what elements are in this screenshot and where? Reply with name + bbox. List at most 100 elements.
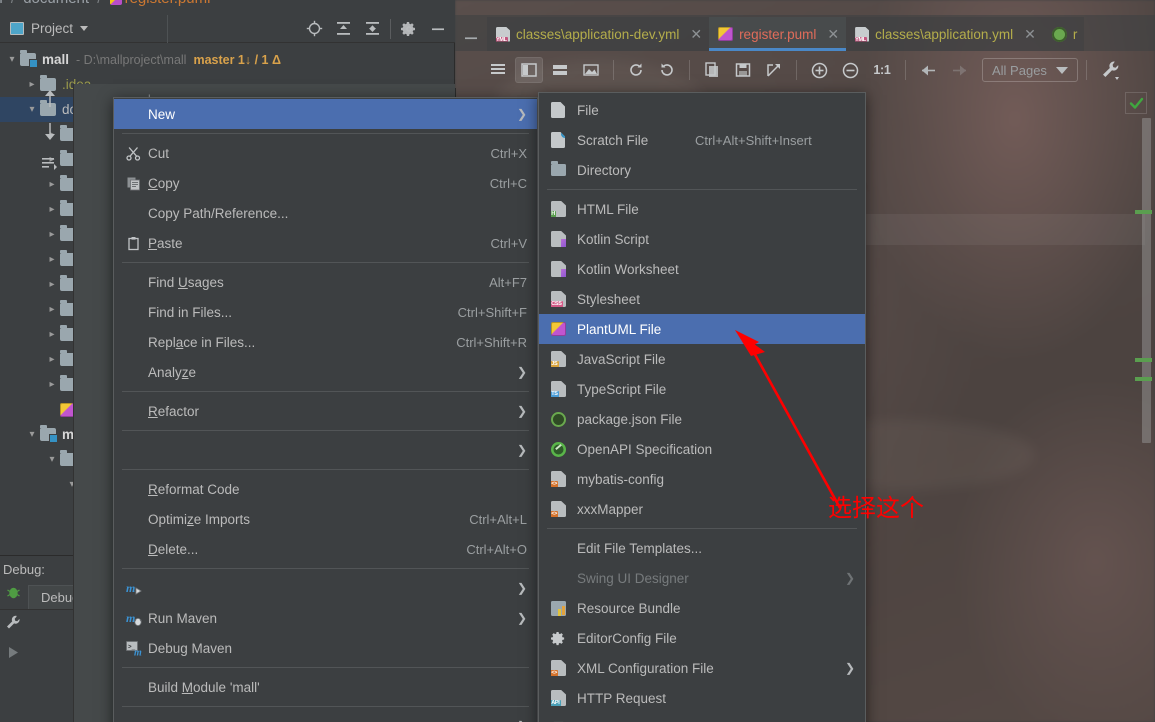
menu-item-build-module[interactable]: Build Module 'mall' <box>114 672 537 702</box>
chevron-right-icon: ❯ <box>516 443 527 457</box>
menu-item-open-in[interactable]: ❯ <box>114 711 537 722</box>
ts-file-icon: TS <box>551 381 577 397</box>
submenu-item-typescript-file[interactable]: TS TypeScript File <box>539 374 865 404</box>
minimize-icon[interactable] <box>425 16 451 42</box>
menu-item-open-terminal-maven[interactable]: >_ m Debug Maven <box>114 633 537 663</box>
locate-icon[interactable] <box>301 16 327 42</box>
bug-icon[interactable] <box>4 583 22 601</box>
expand-all-icon[interactable] <box>330 16 356 42</box>
menu-item-copy-path-reference[interactable]: Copy Path/Reference... <box>114 198 537 228</box>
inspection-status-badge[interactable] <box>1125 92 1147 114</box>
breadcrumb-file[interactable]: register.puml <box>125 0 211 7</box>
tab-register-puml[interactable]: register.puml ✕ <box>709 17 847 51</box>
menu-item-run-maven[interactable]: m ❯ <box>114 573 537 603</box>
collapse-all-icon[interactable] <box>359 16 385 42</box>
menu-item-new[interactable]: New ❯ <box>114 99 537 129</box>
menu-separator <box>122 667 529 668</box>
copy-icon[interactable] <box>698 57 726 83</box>
tab-overflow[interactable]: r <box>1042 17 1085 51</box>
step-down-icon[interactable] <box>41 122 59 140</box>
menu-item-label: Run Maven <box>148 610 218 626</box>
menu-item-find-usages[interactable]: Find Usages Alt+F7 <box>114 267 537 297</box>
split-layout-icon[interactable] <box>515 57 543 83</box>
packagejson-icon <box>551 411 577 427</box>
wrench-icon[interactable] <box>1097 57 1125 83</box>
chevron-right-icon: ❯ <box>516 581 527 595</box>
menu-item-find-in-files[interactable]: Find in Files... Ctrl+Shift+F <box>114 297 537 327</box>
submenu-item-javascript-file[interactable]: JS JavaScript File <box>539 344 865 374</box>
menu-item-bookmarks[interactable]: ❯ <box>114 435 537 465</box>
menu-item-label: Build Module 'mall' <box>148 679 260 695</box>
menu-item-label: Optimize Imports <box>148 511 251 527</box>
save-icon[interactable] <box>729 57 757 83</box>
chevron-down-icon[interactable] <box>80 26 89 31</box>
submenu-item-stylesheet[interactable]: CSS Stylesheet <box>539 284 865 314</box>
menu-item-debug-maven[interactable]: m Run Maven ❯ <box>114 603 537 633</box>
close-icon[interactable]: ✕ <box>1024 26 1036 43</box>
menu-item-analyze[interactable]: Analyze ❯ <box>114 357 537 387</box>
submenu-item-directory[interactable]: Directory <box>539 155 865 185</box>
tree-row-mall[interactable]: ▾ mall - D:\mallproject\mall master 1↓ /… <box>0 47 455 72</box>
menu-item-replace-in-files[interactable]: Replace in Files... Ctrl+Shift+R <box>114 327 537 357</box>
chevron-expanded-icon[interactable]: ▾ <box>4 54 20 65</box>
rows-icon[interactable] <box>546 57 574 83</box>
run-icon[interactable] <box>4 643 22 661</box>
zoom-reset-label: 1:1 <box>873 63 891 77</box>
menu-item-paste[interactable]: Paste Ctrl+V <box>114 228 537 258</box>
submenu-item-kotlin-script[interactable]: Kotlin Script <box>539 224 865 254</box>
menu-item-optimize-imports[interactable]: Optimize Imports Ctrl+Alt+L <box>114 504 537 534</box>
close-icon[interactable]: ✕ <box>690 26 702 43</box>
submenu-item-plantuml-file[interactable]: PlantUML File <box>539 314 865 344</box>
zoom-reset-button[interactable]: 1:1 <box>867 57 897 83</box>
submenu-item-swing-ui-designer: Swing UI Designer ❯ <box>539 563 865 593</box>
external-open-icon[interactable] <box>760 57 788 83</box>
wrench-icon[interactable] <box>4 613 22 631</box>
submenu-item-mybatis-config[interactable]: <> mybatis-config <box>539 464 865 494</box>
submenu-item-http-request[interactable]: API HTTP Request <box>539 683 865 713</box>
lines-icon[interactable] <box>484 57 512 83</box>
submenu-item-xxxmapper[interactable]: <> xxxMapper <box>539 494 865 524</box>
submenu-item-diagram[interactable]: Diagram ❯ <box>539 713 865 722</box>
refresh-icon[interactable] <box>622 57 650 83</box>
zoom-out-icon[interactable] <box>836 57 864 83</box>
submenu-item-file[interactable]: File <box>539 95 865 125</box>
submenu-item-xml-configuration-file[interactable]: <> XML Configuration File ❯ <box>539 653 865 683</box>
editor-scrollbar[interactable] <box>1142 118 1151 443</box>
breadcrumb-segment-0[interactable]: ll <box>0 0 3 7</box>
menu-item-reformat-code[interactable]: Reformat Code <box>114 474 537 504</box>
submenu-item-html-file[interactable]: H HTML File <box>539 194 865 224</box>
gear-icon[interactable] <box>396 16 422 42</box>
zoom-in-icon[interactable] <box>805 57 833 83</box>
submenu-item-resource-bundle[interactable]: Resource Bundle <box>539 593 865 623</box>
menu-item-delete[interactable]: Delete... Ctrl+Alt+O <box>114 534 537 564</box>
reload-icon[interactable] <box>653 57 681 83</box>
image-icon[interactable] <box>577 57 605 83</box>
submenu-item-package-json-file[interactable]: package.json File <box>539 404 865 434</box>
tab-application-yml[interactable]: classes\application.yml ✕ <box>846 17 1043 51</box>
openapi-icon <box>551 441 577 457</box>
menu-shortcut: Ctrl+X <box>490 145 527 161</box>
hide-tabs-icon[interactable] <box>455 25 487 51</box>
tab-application-dev-yml[interactable]: classes\application-dev.yml ✕ <box>487 17 710 51</box>
left-tool-rail <box>0 555 26 722</box>
submenu-item-openapi-specification[interactable]: OpenAPI Specification <box>539 434 865 464</box>
chevron-right-icon: ❯ <box>516 107 527 121</box>
xml-file-icon: <> <box>551 501 577 517</box>
submenu-item-editorconfig-file[interactable]: EditorConfig File <box>539 623 865 653</box>
step-into-icon[interactable] <box>41 154 59 172</box>
breadcrumb-segment-1[interactable]: document <box>23 0 89 7</box>
menu-item-cut[interactable]: Cut Ctrl+X <box>114 138 537 168</box>
menu-item-label: Copy Path/Reference... <box>148 205 289 221</box>
submenu-item-edit-file-templates[interactable]: Edit File Templates... <box>539 533 865 563</box>
menu-item-refactor[interactable]: Refactor ❯ <box>114 396 537 426</box>
back-arrow-icon[interactable] <box>914 57 942 83</box>
submenu-item-kotlin-worksheet[interactable]: Kotlin Worksheet <box>539 254 865 284</box>
scrollbar-marker <box>1135 377 1152 381</box>
page-selector-dropdown[interactable]: All Pages <box>982 58 1078 82</box>
project-context-menu: New ❯ Cut Ctrl+X Copy Ctrl+C Copy Path/R… <box>113 97 538 722</box>
project-panel-title-button[interactable]: Project <box>0 14 168 43</box>
step-up-icon[interactable] <box>41 90 59 108</box>
submenu-item-scratch-file[interactable]: Scratch File Ctrl+Alt+Shift+Insert <box>539 125 865 155</box>
close-icon[interactable]: ✕ <box>827 26 839 43</box>
menu-item-copy[interactable]: Copy Ctrl+C <box>114 168 537 198</box>
